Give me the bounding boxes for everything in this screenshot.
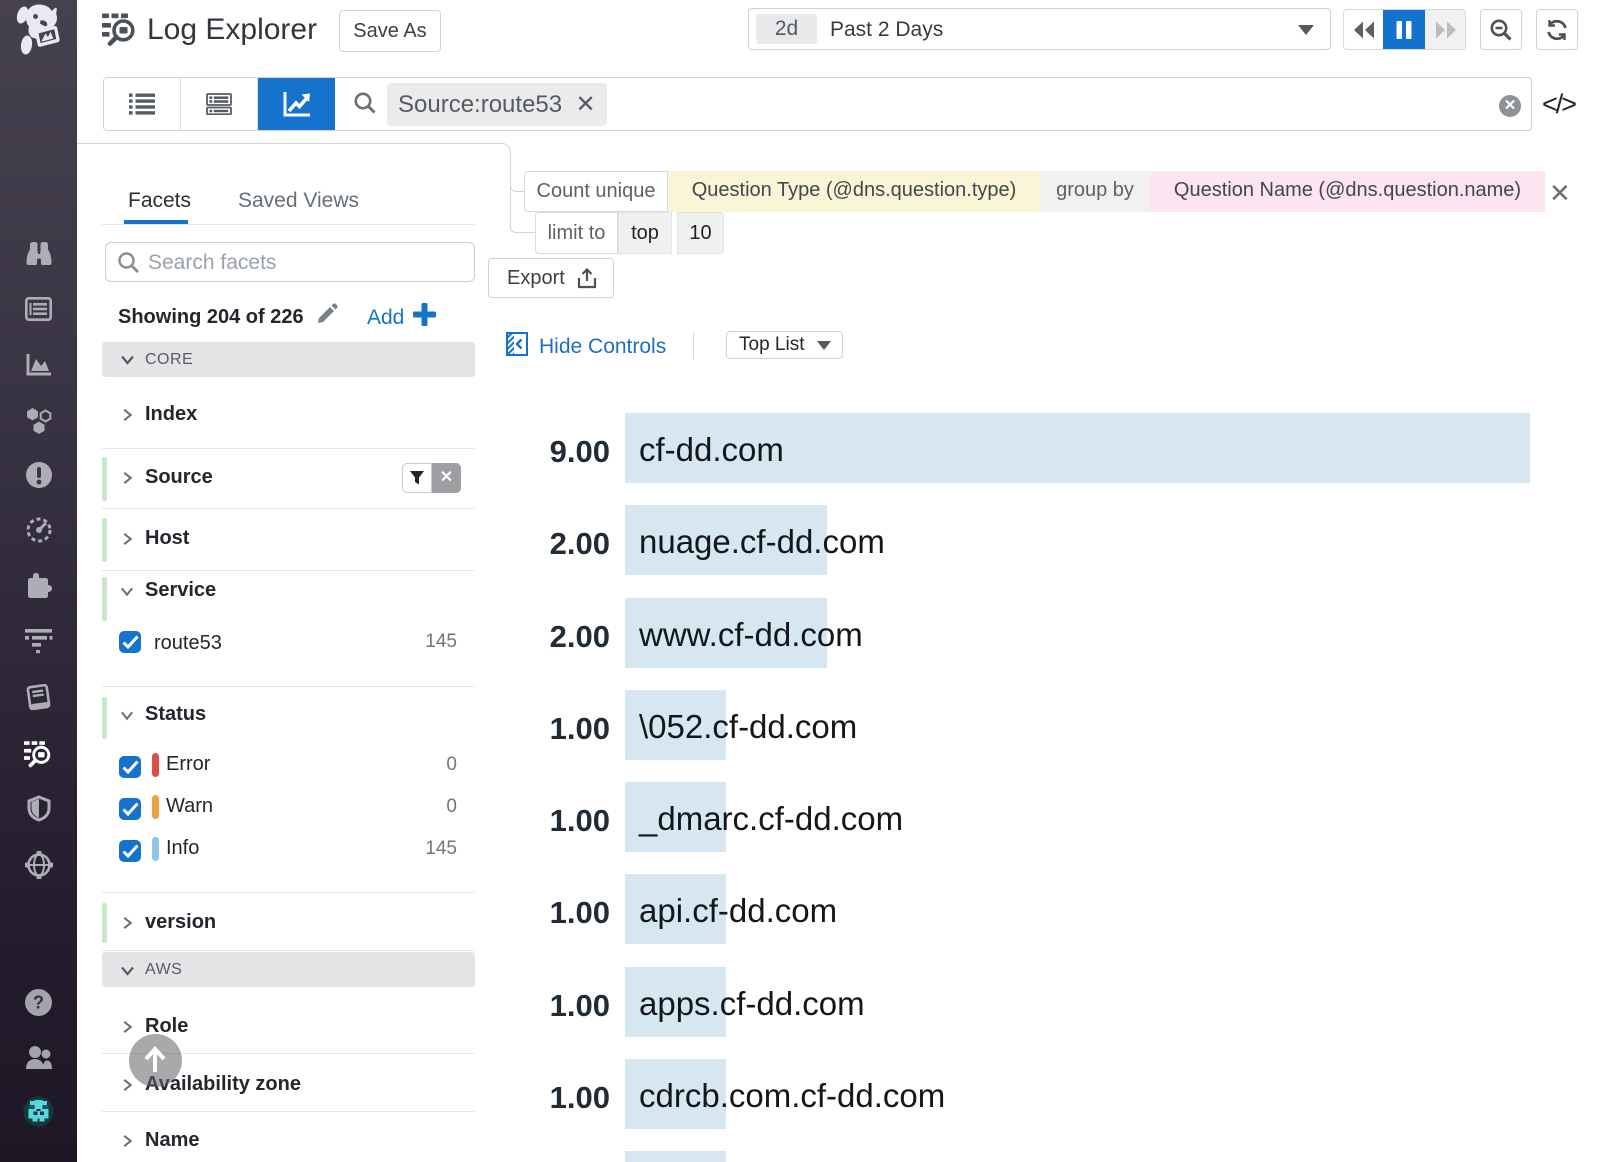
svg-text:?: ? (33, 993, 44, 1013)
